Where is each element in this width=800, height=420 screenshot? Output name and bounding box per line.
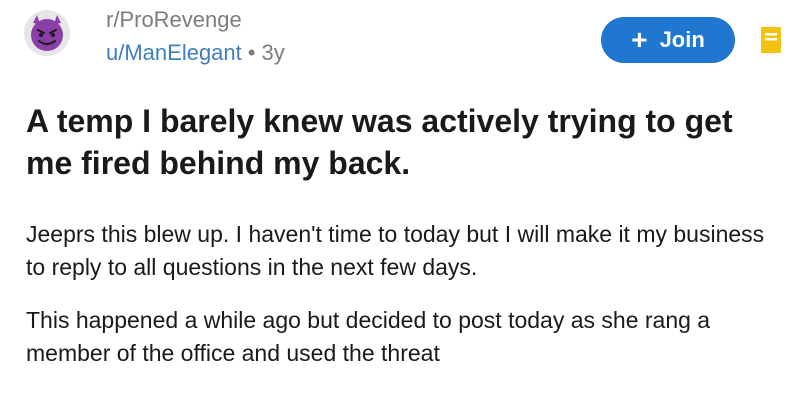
- devil-emoji-icon: [31, 15, 63, 51]
- post-header: r/ProRevenge u/ManElegant • 3y + Join: [20, 4, 782, 74]
- plus-icon: +: [631, 24, 648, 55]
- author-name[interactable]: u/ManElegant: [106, 40, 242, 65]
- meta-separator: •: [247, 40, 256, 65]
- post-body: Jeeprs this blew up. I haven't time to t…: [26, 218, 786, 390]
- post-paragraph: This happened a while ago but decided to…: [26, 307, 711, 366]
- bookmark-icon[interactable]: [760, 26, 782, 54]
- post-age: 3y: [261, 40, 285, 65]
- subreddit-avatar[interactable]: [24, 10, 70, 56]
- post-title[interactable]: A temp I barely knew was actively trying…: [26, 100, 786, 184]
- subreddit-name[interactable]: r/ProRevenge: [106, 7, 242, 33]
- join-button[interactable]: + Join: [601, 17, 735, 63]
- join-button-label: Join: [659, 27, 705, 52]
- post-meta: u/ManElegant • 3y: [106, 40, 285, 66]
- post-paragraph: Jeeprs this blew up. I haven't time to t…: [26, 221, 765, 280]
